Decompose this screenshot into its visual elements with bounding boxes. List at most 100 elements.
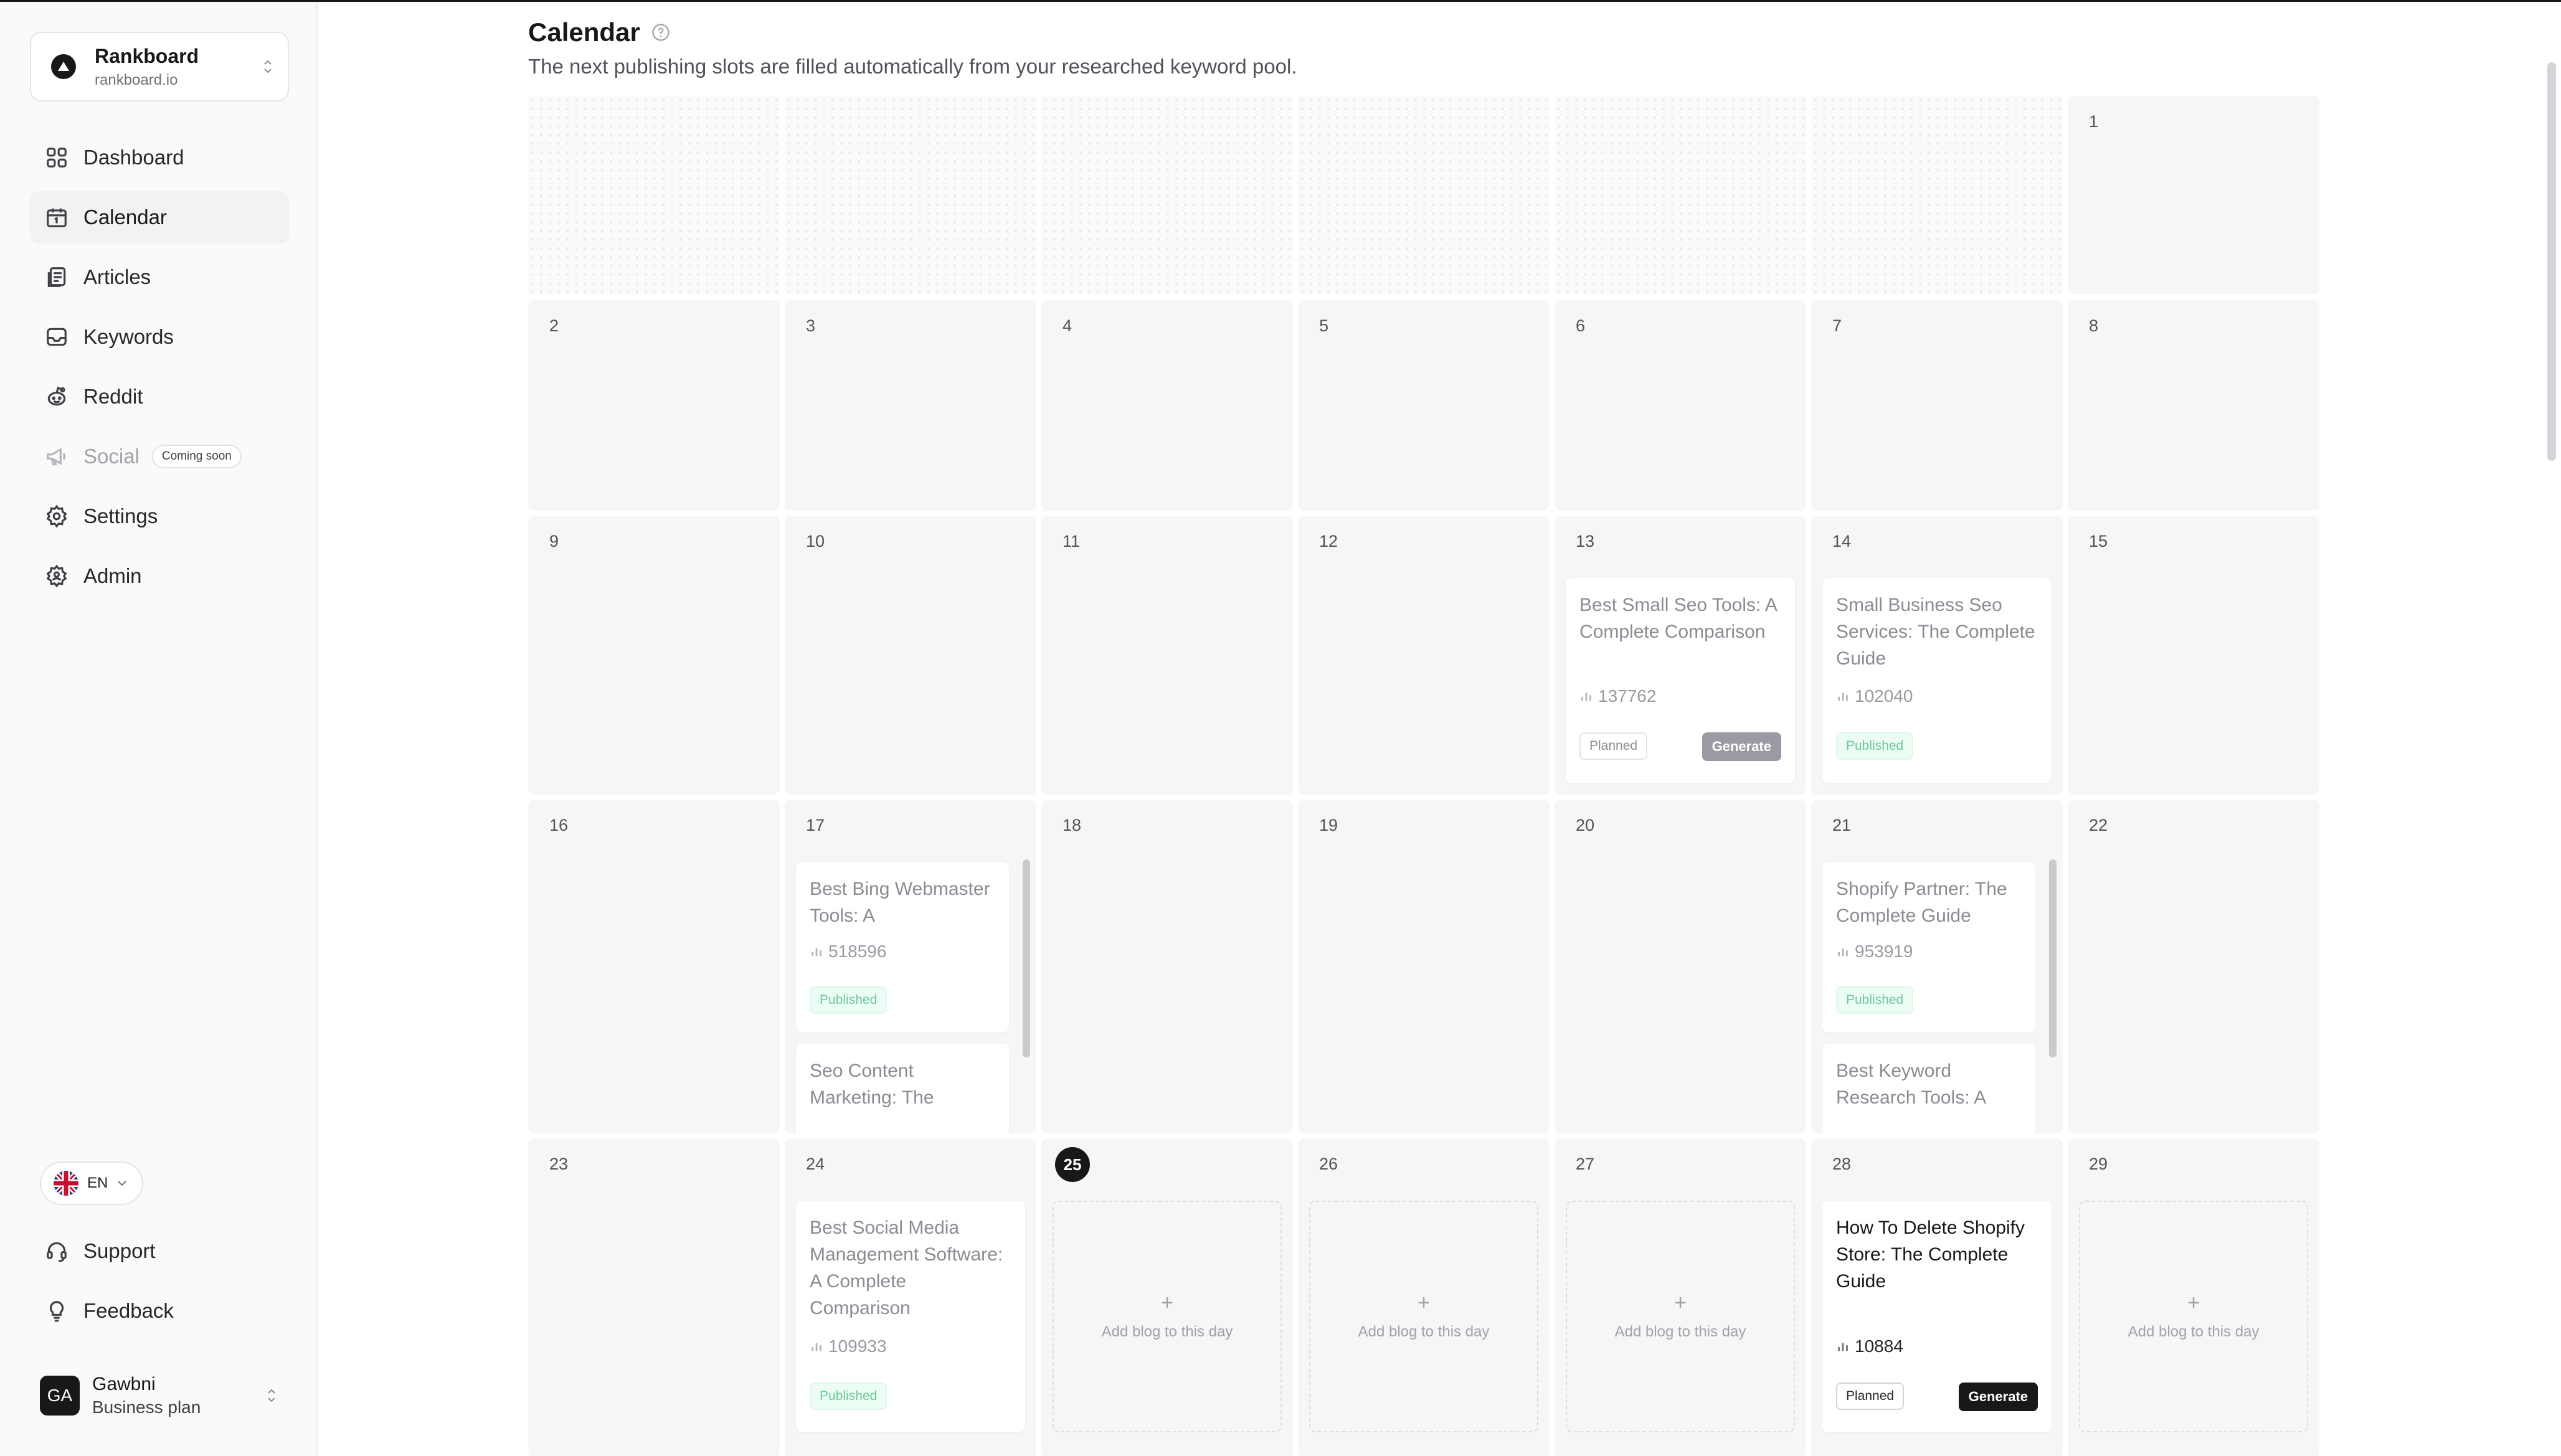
article-card[interactable]: Best Social Media Management Software: A… xyxy=(796,1201,1025,1432)
calendar-day-21[interactable]: 21 Shopify Partner: The Complete Guide 9… xyxy=(1811,800,2063,1133)
status-badge: Published xyxy=(1836,732,1914,760)
uk-flag-icon xyxy=(54,1171,78,1196)
calendar-cell-next-row xyxy=(1298,1451,1550,1456)
nav-item-feedback[interactable]: Feedback xyxy=(30,1285,289,1337)
nav-item-support[interactable]: Support xyxy=(30,1225,289,1277)
calendar-day-20[interactable]: 20 xyxy=(1555,800,1806,1133)
calendar-day-12[interactable]: 12 xyxy=(1298,516,1550,795)
search-volume: 518596 xyxy=(810,942,886,962)
day-number: 5 xyxy=(1319,316,1329,335)
nav-item-settings[interactable]: Settings xyxy=(30,490,289,542)
today-badge: 25 xyxy=(1055,1147,1090,1182)
calendar-day-25[interactable]: 25 + Add blog to this day xyxy=(1041,1138,1293,1456)
calendar-day-7[interactable]: 7 xyxy=(1811,300,2063,511)
main-nav: Dashboard Calendar Articles Keywords Red… xyxy=(30,131,289,610)
article-title: Shopify Partner: The Complete Guide xyxy=(1836,879,2007,926)
gear-icon xyxy=(45,504,69,528)
article-card[interactable]: Best Bing Webmaster Tools: A 518596 Publ… xyxy=(796,862,1009,1033)
calendar-day-3[interactable]: 3 xyxy=(785,300,1036,511)
article-card[interactable]: How To Delete Shopify Store: The Complet… xyxy=(1822,1201,2052,1432)
nav-item-reddit[interactable]: Reddit xyxy=(30,371,289,423)
nav-label: Calendar xyxy=(83,206,167,229)
calendar-day-11[interactable]: 11 xyxy=(1041,516,1293,795)
add-blog-slot[interactable]: + Add blog to this day xyxy=(1566,1201,1795,1432)
calendar-day-14[interactable]: 14 Small Business Seo Services: The Comp… xyxy=(1811,516,2063,795)
calendar-day-9[interactable]: 9 xyxy=(528,516,780,795)
calendar-day-19[interactable]: 19 xyxy=(1298,800,1550,1133)
nav-item-calendar[interactable]: Calendar xyxy=(30,191,289,243)
calendar-empty-cell xyxy=(1555,96,1806,294)
calendar-day-23[interactable]: 23 xyxy=(528,1138,780,1456)
add-blog-label: Add blog to this day xyxy=(2128,1323,2260,1340)
nav-item-keywords[interactable]: Keywords xyxy=(30,311,289,363)
calendar-day-16[interactable]: 16 xyxy=(528,800,780,1133)
language-selector[interactable]: EN xyxy=(40,1161,143,1205)
add-blog-slot[interactable]: + Add blog to this day xyxy=(2079,1201,2308,1432)
calendar-day-17[interactable]: 17 Best Bing Webmaster Tools: A 518596 P… xyxy=(785,800,1036,1133)
calendar-day-8[interactable]: 8 xyxy=(2068,300,2319,511)
nav-item-articles[interactable]: Articles xyxy=(30,251,289,303)
search-volume-value: 953919 xyxy=(1855,942,1913,961)
calendar-empty-cell xyxy=(1298,96,1550,294)
admin-icon xyxy=(45,564,69,588)
day-number: 13 xyxy=(1576,532,1595,551)
calendar-day-6[interactable]: 6 xyxy=(1555,300,1806,511)
day-number: 16 xyxy=(549,816,569,834)
day-number: 7 xyxy=(1832,316,1842,335)
calendar-day-4[interactable]: 4 xyxy=(1041,300,1293,511)
article-card[interactable]: Best Small Seo Tools: A Complete Compari… xyxy=(1566,578,1795,783)
add-blog-label: Add blog to this day xyxy=(1614,1323,1746,1340)
calendar-day-22[interactable]: 22 xyxy=(2068,800,2319,1133)
calendar-day-24[interactable]: 24 Best Social Media Management Software… xyxy=(785,1138,1036,1456)
calendar-empty-cell xyxy=(1811,96,2063,294)
calendar-cell-next-row xyxy=(785,1451,1036,1456)
add-blog-slot[interactable]: + Add blog to this day xyxy=(1053,1201,1282,1432)
nav-label: Feedback xyxy=(83,1299,174,1322)
calendar-day-5[interactable]: 5 xyxy=(1298,300,1550,511)
cell-scrollbar[interactable] xyxy=(2049,859,2057,1057)
search-volume-value: 137762 xyxy=(1598,686,1657,706)
nav-label: Social xyxy=(83,445,140,468)
status-badge: Published xyxy=(810,986,888,1014)
cell-scrollbar[interactable] xyxy=(1023,859,1030,1057)
article-card[interactable]: Seo Content Marketing: The xyxy=(796,1044,1009,1133)
article-title: Best Social Media Management Software: A… xyxy=(810,1217,1003,1318)
plus-icon: + xyxy=(1161,1291,1173,1315)
calendar-day-26[interactable]: 26 + Add blog to this day xyxy=(1298,1138,1550,1456)
calendar-day-18[interactable]: 18 xyxy=(1041,800,1293,1133)
calendar-day-15[interactable]: 15 xyxy=(2068,516,2319,795)
day-number: 6 xyxy=(1576,316,1586,335)
avatar: GA xyxy=(40,1376,80,1416)
plus-icon: + xyxy=(1418,1291,1430,1315)
search-volume-value: 109933 xyxy=(828,1336,887,1356)
workspace-name: Rankboard xyxy=(95,44,199,67)
day-number: 10 xyxy=(806,532,825,551)
user-menu[interactable]: GA Gawbni Business plan xyxy=(40,1371,289,1421)
calendar-day-28[interactable]: 28 How To Delete Shopify Store: The Comp… xyxy=(1811,1138,2063,1456)
day-number: 1 xyxy=(2089,112,2099,131)
status-badge: Planned xyxy=(1836,1383,1905,1410)
article-card[interactable]: Shopify Partner: The Complete Guide 9539… xyxy=(1822,862,2035,1033)
calendar-day-27[interactable]: 27 + Add blog to this day xyxy=(1555,1138,1806,1456)
calendar-day-10[interactable]: 10 xyxy=(785,516,1036,795)
page-scrollbar-thumb[interactable] xyxy=(2547,62,2556,461)
calendar-day-1[interactable]: 1 xyxy=(2068,96,2319,294)
generate-button[interactable]: Generate xyxy=(1702,732,1781,761)
help-circle-icon[interactable] xyxy=(651,23,670,42)
calendar-day-2[interactable]: 2 xyxy=(528,300,780,511)
article-card[interactable]: Best Keyword Research Tools: A xyxy=(1822,1044,2035,1133)
nav-item-admin[interactable]: Admin xyxy=(30,550,289,602)
calendar-day-13[interactable]: 13 Best Small Seo Tools: A Complete Comp… xyxy=(1555,516,1806,795)
calendar-icon xyxy=(45,206,69,229)
day-number: 17 xyxy=(806,816,825,834)
day-number: 18 xyxy=(1063,816,1082,834)
calendar-day-29[interactable]: 29 + Add blog to this day xyxy=(2068,1138,2319,1456)
add-blog-slot[interactable]: + Add blog to this day xyxy=(1309,1201,1538,1432)
search-volume: 102040 xyxy=(1836,686,1913,706)
nav-item-social: Social Coming soon xyxy=(30,430,289,483)
article-card[interactable]: Small Business Seo Services: The Complet… xyxy=(1822,578,2052,783)
nav-item-dashboard[interactable]: Dashboard xyxy=(30,131,289,184)
workspace-switcher[interactable]: Rankboard rankboard.io xyxy=(30,32,289,102)
lightbulb-icon xyxy=(45,1299,69,1323)
generate-button[interactable]: Generate xyxy=(1958,1383,2038,1411)
